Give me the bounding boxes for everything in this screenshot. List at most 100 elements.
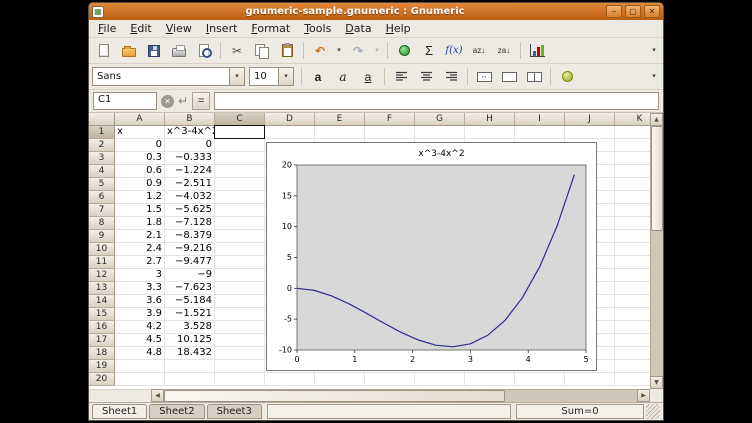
menu-tools[interactable]: Tools [297,21,338,36]
column-header-H[interactable]: H [465,113,515,126]
cell-B1[interactable]: x^3-4x^2 [165,126,215,139]
cell-I20[interactable] [515,373,565,386]
font-name-value[interactable]: Sans [92,67,230,86]
insert-function-button[interactable]: f(x) [442,40,466,62]
row-header-20[interactable]: 20 [89,373,115,386]
vertical-scrollbar-trough[interactable] [650,126,663,376]
sort-descending-button[interactable]: za↓ [492,40,516,62]
horizontal-scrollbar-trough[interactable] [164,389,637,402]
embedded-chart[interactable]: x^3-4x^220151050-5-10012345 [266,142,597,371]
toolbar-overflow-button[interactable]: ▾ [648,40,660,62]
cell-A12[interactable]: 3 [115,269,165,282]
cell-D20[interactable] [265,373,315,386]
cell-J1[interactable] [565,126,615,139]
minimize-button[interactable]: – [606,5,622,18]
resize-grip[interactable] [646,404,660,419]
menu-help[interactable]: Help [379,21,418,36]
cell-C1[interactable] [215,126,265,139]
column-header-A[interactable]: A [115,113,165,126]
cell-K1[interactable] [615,126,650,139]
select-all-corner[interactable] [89,113,115,126]
underline-button[interactable]: a [356,66,380,88]
scroll-right-button[interactable]: ▶ [637,389,650,402]
cell-A2[interactable]: 0 [115,139,165,152]
cell-K13[interactable] [615,282,650,295]
cell-F20[interactable] [365,373,415,386]
cell-I1[interactable] [515,126,565,139]
row-header-3[interactable]: 3 [89,152,115,165]
cell-A8[interactable]: 1.8 [115,217,165,230]
row-header-11[interactable]: 11 [89,256,115,269]
cell-K19[interactable] [615,360,650,373]
cell-K6[interactable] [615,191,650,204]
cell-B9[interactable]: −8.379 [165,230,215,243]
open-file-button[interactable] [117,40,141,62]
cell-A9[interactable]: 2.1 [115,230,165,243]
italic-button[interactable]: a [331,66,355,88]
cell-reference-box[interactable]: C1 [93,92,157,110]
cell-A10[interactable]: 2.4 [115,243,165,256]
cell-C20[interactable] [215,373,265,386]
row-header-12[interactable]: 12 [89,269,115,282]
gnumeric-icon[interactable]: ▦ [92,6,104,18]
font-size-combo[interactable]: 10 ▾ [249,67,294,86]
menu-edit[interactable]: Edit [123,21,158,36]
cell-A1[interactable]: x [115,126,165,139]
align-left-button[interactable] [389,66,413,88]
menu-format[interactable]: Format [244,21,297,36]
cell-K18[interactable] [615,347,650,360]
cell-A13[interactable]: 3.3 [115,282,165,295]
cell-A14[interactable]: 3.6 [115,295,165,308]
cell-C17[interactable] [215,334,265,347]
cell-K8[interactable] [615,217,650,230]
cell-C4[interactable] [215,165,265,178]
cell-F1[interactable] [365,126,415,139]
cell-B8[interactable]: −7.128 [165,217,215,230]
cell-B4[interactable]: −1.224 [165,165,215,178]
cell-H20[interactable] [465,373,515,386]
scroll-up-button[interactable]: ▲ [650,113,663,126]
format-toolbar-overflow-button[interactable]: ▾ [648,66,660,88]
cell-K7[interactable] [615,204,650,217]
cell-B12[interactable]: −9 [165,269,215,282]
column-header-J[interactable]: J [565,113,615,126]
cell-K9[interactable] [615,230,650,243]
cell-C7[interactable] [215,204,265,217]
cell-B7[interactable]: −5.625 [165,204,215,217]
horizontal-scrollbar[interactable]: ◀ ▶ [89,389,650,402]
insert-chart-button[interactable] [525,40,549,62]
split-cells-button[interactable] [522,66,546,88]
autosum-button[interactable]: Σ [417,40,441,62]
column-header-I[interactable]: I [515,113,565,126]
row-header-13[interactable]: 13 [89,282,115,295]
row-header-1[interactable]: 1 [89,126,115,139]
row-header-6[interactable]: 6 [89,191,115,204]
copy-button[interactable] [250,40,274,62]
cell-C6[interactable] [215,191,265,204]
menu-data[interactable]: Data [338,21,378,36]
cell-K17[interactable] [615,334,650,347]
column-header-C[interactable]: C [215,113,265,126]
column-header-K[interactable]: K [615,113,650,126]
cell-H1[interactable] [465,126,515,139]
save-button[interactable] [142,40,166,62]
tab-sheet3[interactable]: Sheet3 [207,404,262,419]
menu-insert[interactable]: Insert [199,21,245,36]
enter-icon[interactable]: ↵ [178,95,188,107]
format-as-money-button[interactable] [555,66,579,88]
cell-B19[interactable] [165,360,215,373]
print-preview-button[interactable] [192,40,216,62]
row-header-4[interactable]: 4 [89,165,115,178]
tab-sheet2[interactable]: Sheet2 [149,404,204,419]
cell-C3[interactable] [215,152,265,165]
scroll-left-button[interactable]: ◀ [151,389,164,402]
cell-A6[interactable]: 1.2 [115,191,165,204]
bold-button[interactable]: a [306,66,330,88]
cell-E1[interactable] [315,126,365,139]
cell-A20[interactable] [115,373,165,386]
font-size-value[interactable]: 10 [249,67,279,86]
cell-A15[interactable]: 3.9 [115,308,165,321]
cell-K16[interactable] [615,321,650,334]
cell-B20[interactable] [165,373,215,386]
cell-K3[interactable] [615,152,650,165]
